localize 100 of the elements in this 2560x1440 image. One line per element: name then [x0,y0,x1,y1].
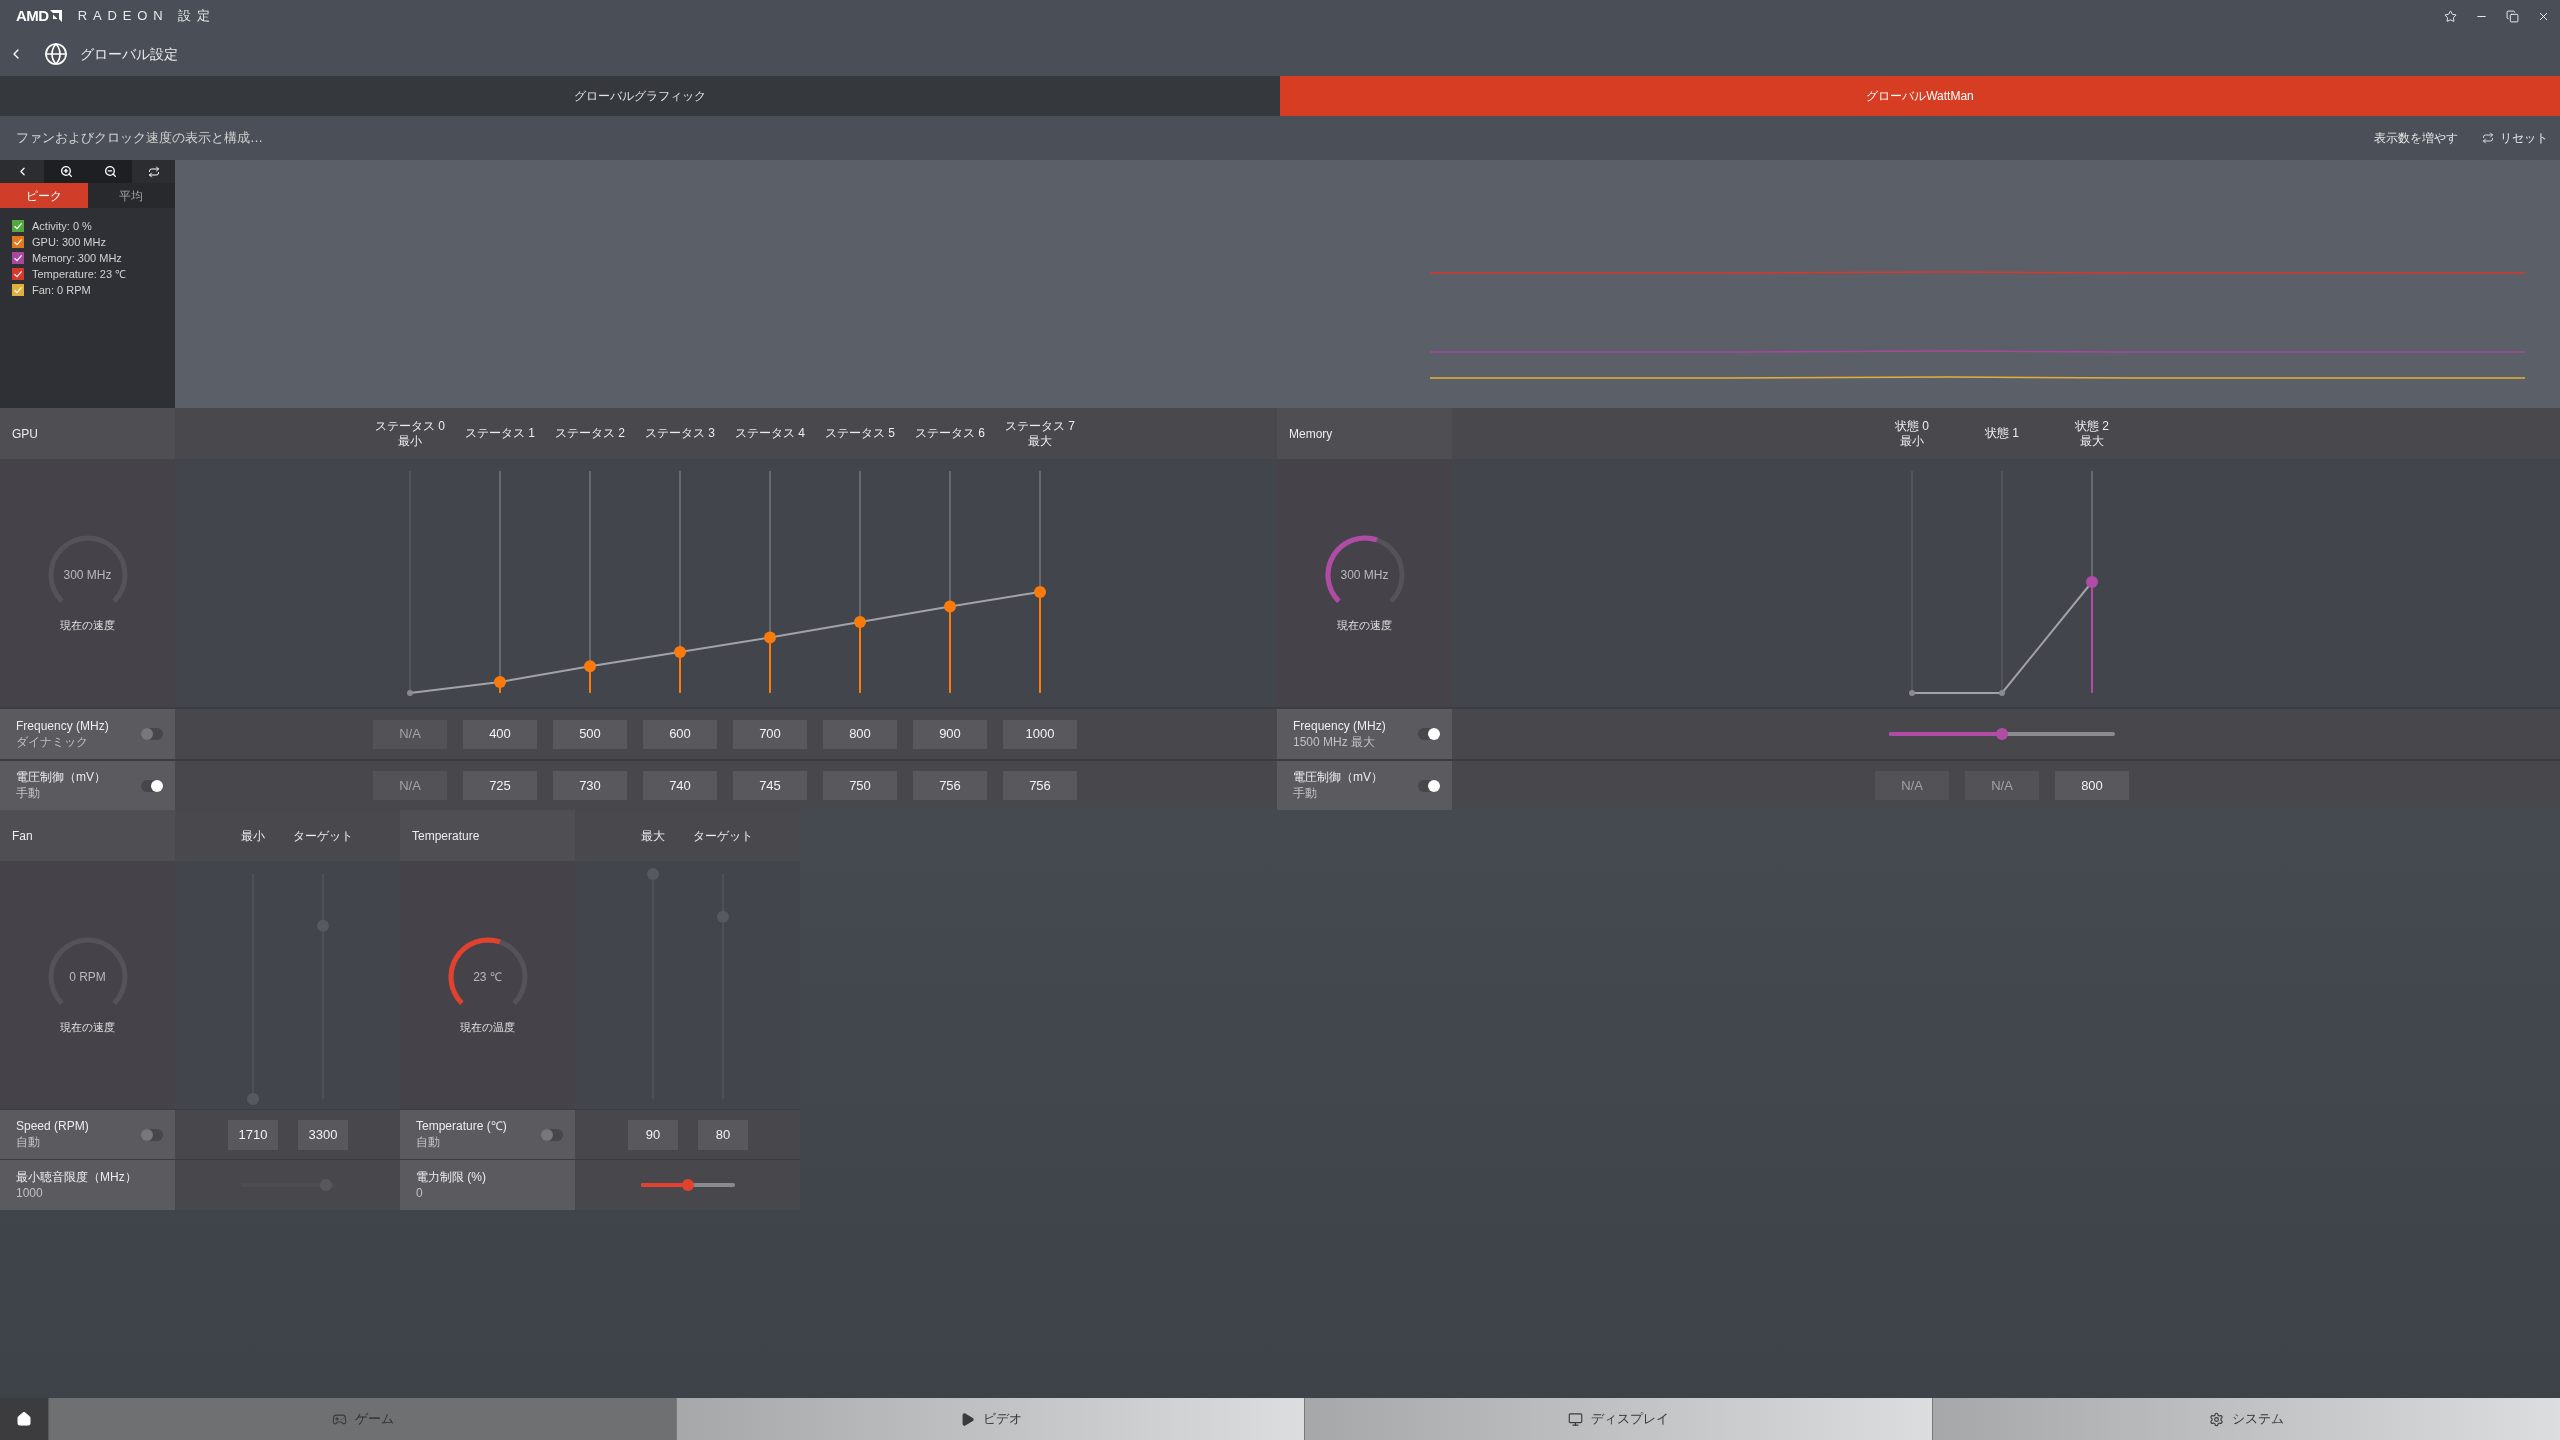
legend-checkbox[interactable] [12,236,24,248]
slider-track[interactable] [641,1179,735,1191]
legend-label: GPU: 300 MHz [32,236,106,248]
value-field[interactable]: 1000 [1003,719,1077,749]
gauge-reading: 0 RPM [69,969,106,984]
legend-label: Temperature: 23 ℃ [32,268,127,280]
zoom-out-button[interactable] [88,160,132,183]
value-field[interactable]: 730 [553,771,627,800]
state-sublabel: 最小 [1900,433,1924,449]
zoom-out-icon [103,165,117,178]
value-field[interactable]: 725 [463,771,537,800]
tab[interactable]: ピーク [0,183,88,208]
section-title: Memory [1289,425,1333,443]
legend-checkbox[interactable] [12,252,24,264]
value-field[interactable]: 3300 [298,1119,348,1150]
vertical-slider-track[interactable] [854,470,866,694]
slider-thumb[interactable] [944,600,956,613]
nav-tab[interactable]: システム [1932,1398,2560,1440]
section-description: ファンおよびクロック速度の表示と構成… [16,129,263,148]
vertical-slider-track[interactable] [764,470,776,694]
toggle-switch[interactable] [1418,779,1440,792]
refresh-arrows-icon [147,165,160,178]
nav-tab[interactable]: ビデオ [676,1398,1304,1440]
state-label: 状態 1 [1985,426,2019,441]
legend-checkbox[interactable] [12,284,24,296]
star-icon[interactable] [2444,9,2457,23]
setting-value: 0 [416,1185,424,1201]
slider-thumb[interactable] [1034,586,1046,598]
state-label: ステータス 6 [915,426,985,441]
brand-logo-text: AMD [16,8,49,24]
value-field[interactable]: 745 [733,771,807,800]
column-label: 最大 [641,827,665,845]
setting-label: Temperature (℃) [416,1119,507,1134]
monitor-icon [1568,1411,1583,1427]
value-field[interactable]: 900 [913,719,987,749]
value-field[interactable]: 740 [643,771,717,800]
toggle-switch[interactable] [1418,728,1440,740]
slider-thumb[interactable] [674,645,686,658]
toggle-switch[interactable] [141,779,163,792]
state-sublabel: 最大 [2080,433,2104,449]
value-field[interactable]: 756 [1003,771,1077,800]
slider-thumb[interactable] [682,1179,694,1191]
gauge-caption: 現在の速度 [1337,618,1392,632]
vertical-slider-track[interactable] [494,470,506,694]
vertical-slider-track[interactable] [584,470,596,694]
home-button[interactable] [0,1398,48,1440]
slider-thumb[interactable] [1996,728,2008,740]
vertical-slider-track[interactable] [944,470,956,694]
state-sublabel: 最小 [398,433,422,449]
setting-label: 電圧制御（mV） [1293,770,1383,785]
setting-label: 電力制限 (%) [416,1169,486,1185]
gauge-caption: 現在の温度 [460,1020,515,1034]
tab[interactable]: グローバルグラフィック [0,76,1280,116]
setting-value: 自動 [416,1135,441,1150]
legend-checkbox[interactable] [12,220,24,232]
value-field[interactable]: 1710 [228,1119,278,1150]
slider-thumb[interactable] [2086,576,2098,588]
value-field[interactable]: 800 [823,719,897,749]
value-field[interactable]: 600 [643,719,717,749]
setting-value: 1500 MHz 最大 [1293,734,1377,750]
toggle-switch[interactable] [541,1128,563,1141]
restore-icon[interactable] [2506,9,2519,23]
slider-thumb[interactable] [584,660,596,673]
slider-thumb[interactable] [764,631,776,644]
value-field[interactable]: 700 [733,719,807,749]
setting-label: Frequency (MHz) [1293,718,1386,734]
setting-value: ダイナミック [16,734,89,750]
state-sublabel: 最大 [1028,433,1052,449]
state-label: ステータス 1 [465,426,535,441]
zoom-in-button[interactable] [44,160,88,183]
gauge-reading: 300 MHz [63,567,112,582]
column-label: 最小 [241,827,265,845]
vertical-slider-track[interactable] [1034,470,1046,694]
setting-label: 最小聴音限度（MHz） [16,1169,137,1185]
value-field[interactable]: 800 [2055,771,2129,800]
gauge-caption: 現在の速度 [60,1020,115,1034]
tab[interactable]: 平均 [87,183,175,208]
value-field[interactable]: 756 [913,771,987,800]
value-field[interactable]: 400 [463,719,537,749]
legend-label: Activity: 0 % [32,220,92,232]
nav-tab[interactable]: ディスプレイ [1304,1398,1932,1440]
value-field[interactable]: 750 [823,771,897,800]
value-field[interactable]: 500 [553,719,627,749]
value-field[interactable]: 90 [628,1119,678,1150]
legend-label: Memory: 300 MHz [32,252,122,264]
legend-label: Fan: 0 RPM [32,284,91,296]
setting-value: 手動 [16,786,41,801]
toggle-switch[interactable] [141,1128,163,1141]
toggle-switch[interactable] [141,728,163,740]
vertical-slider-track[interactable] [674,470,686,694]
reset-zoom-button[interactable] [132,160,175,183]
slider-thumb[interactable] [854,615,866,628]
show-more-link[interactable]: 表示数を増やす [2374,129,2458,147]
legend-checkbox[interactable] [12,268,24,280]
slider-thumb[interactable] [494,675,506,688]
reset-button[interactable]: リセット [2482,129,2548,147]
tab[interactable]: グローバルWattMan [1280,76,2560,116]
vertical-slider-track[interactable] [2086,470,2098,694]
slider-track[interactable] [1889,728,2115,740]
value-field[interactable]: 80 [698,1119,748,1150]
